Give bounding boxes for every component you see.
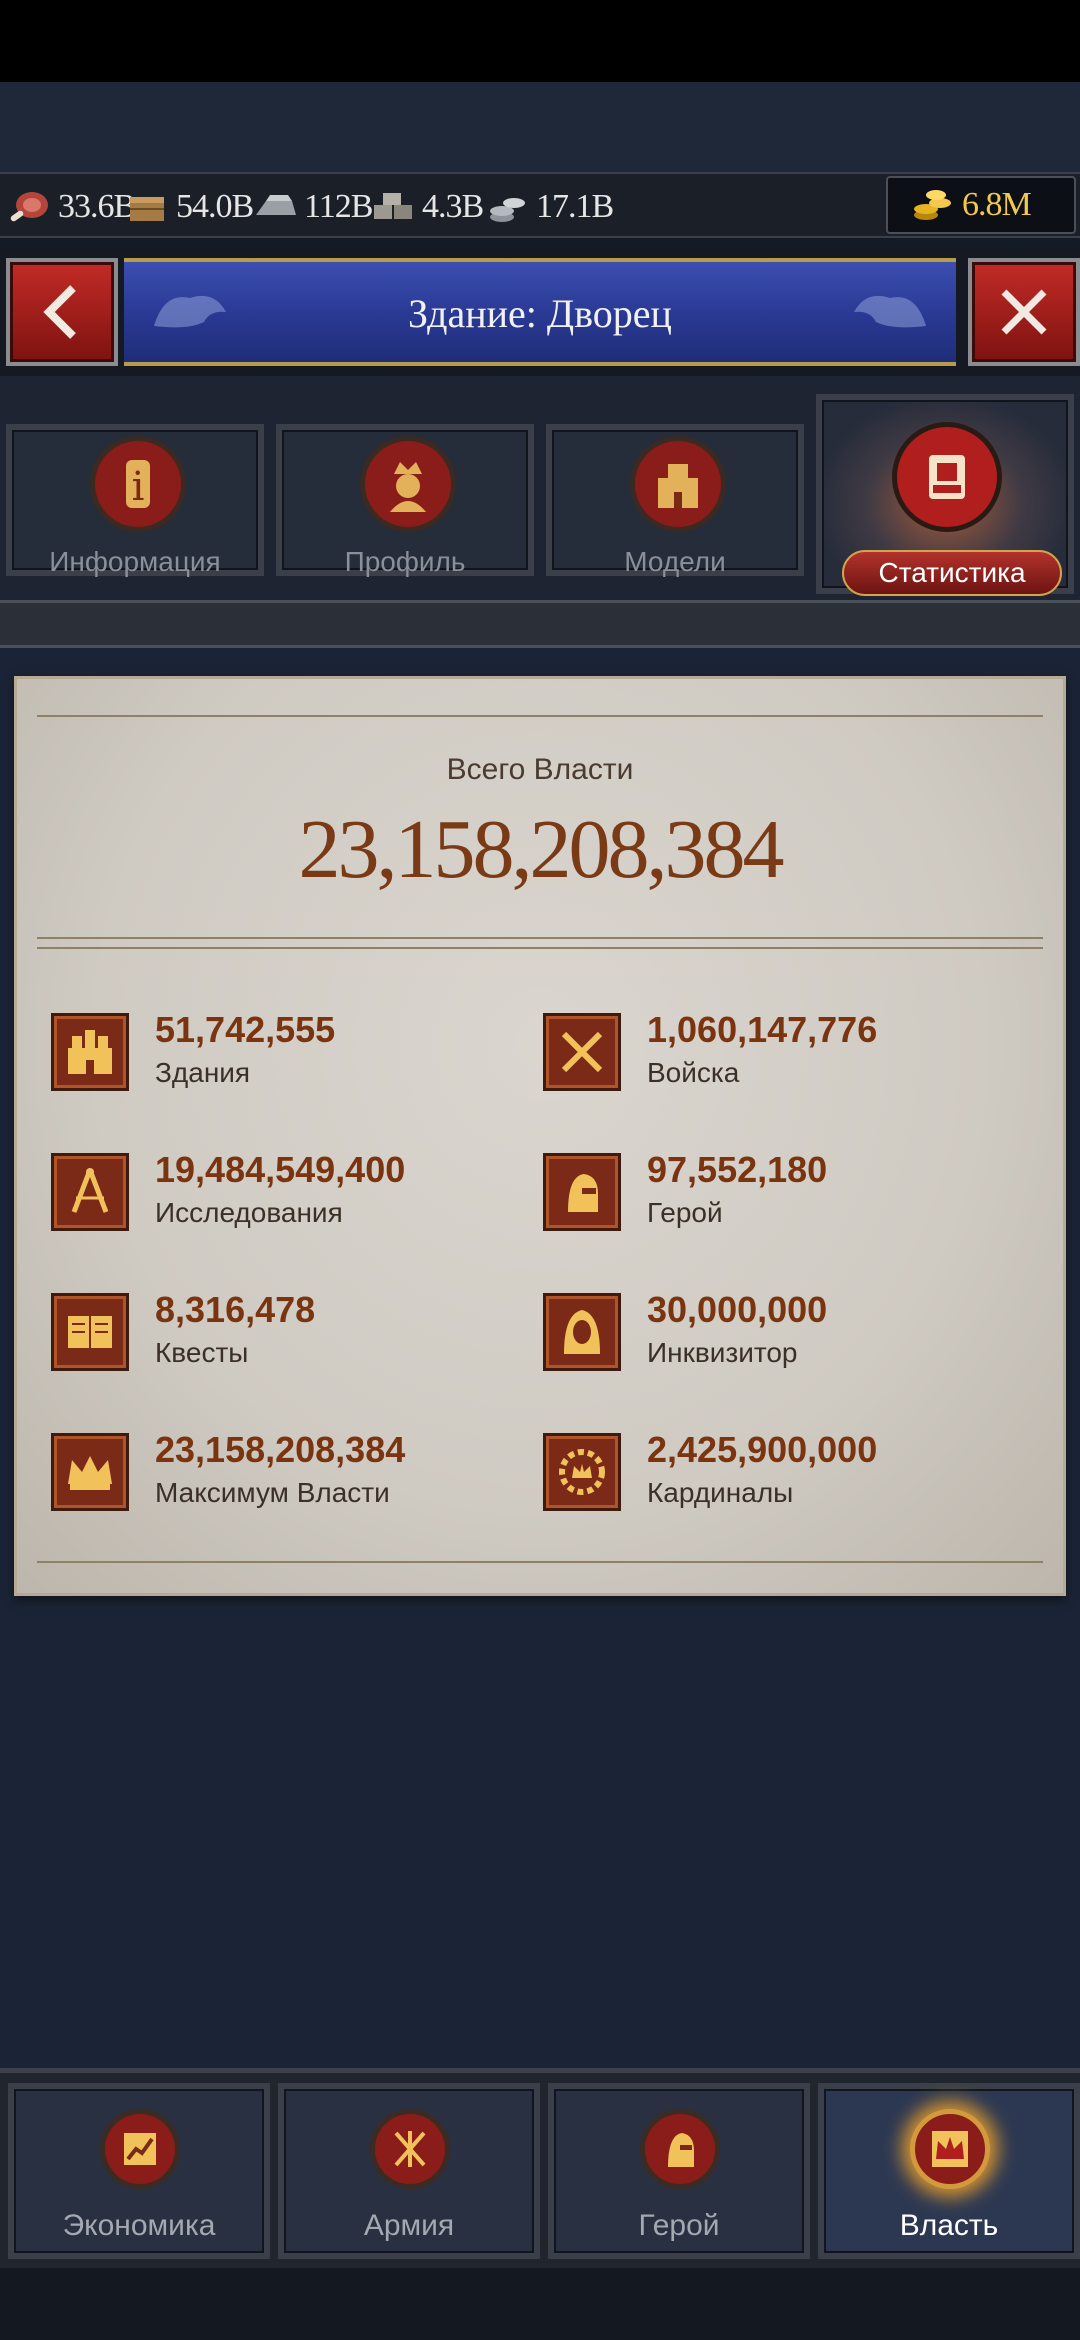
stat-label: Герой xyxy=(647,1197,723,1228)
stat-value: 30,000,000 xyxy=(647,1289,828,1330)
close-button[interactable] xyxy=(968,258,1080,366)
knight-helmet-icon xyxy=(543,1153,621,1231)
stat-label: Войска xyxy=(647,1057,740,1088)
nav-economy-label: Экономика xyxy=(62,2209,216,2242)
resource-wood[interactable]: 54.0B xyxy=(124,174,254,240)
stat-value: 8,316,478 xyxy=(155,1289,316,1330)
tab-models-label: Модели xyxy=(624,546,726,577)
stat-value: 23,158,208,384 xyxy=(155,1429,406,1470)
chevron-left-icon xyxy=(43,285,76,339)
open-book-icon xyxy=(51,1293,129,1371)
ornament-divider xyxy=(37,947,1043,949)
divider-rail xyxy=(0,600,1080,648)
stat-value: 51,742,555 xyxy=(155,1009,336,1050)
resource-iron[interactable]: 112B xyxy=(252,174,373,240)
info-icon: i xyxy=(90,436,186,532)
nav-hero-label: Герой xyxy=(638,2209,720,2242)
crown-icon xyxy=(910,2109,990,2189)
bottom-nav: Экономика Армия Герой Власть xyxy=(0,2068,1080,2268)
crossed-swords-icon xyxy=(543,1013,621,1091)
system-nav-bar xyxy=(0,2268,1080,2340)
knight-helmet-icon xyxy=(640,2109,720,2189)
ornament-divider xyxy=(37,715,1043,717)
stat-label: Исследования xyxy=(155,1197,343,1228)
stat-label: Инквизитор xyxy=(647,1337,798,1368)
tab-profile[interactable]: Профиль xyxy=(276,424,534,577)
stat-label: Здания xyxy=(155,1057,251,1088)
resource-gold: 6.8M xyxy=(910,178,1032,232)
gold-balance[interactable]: 6.8M xyxy=(886,176,1076,234)
king-portrait-icon xyxy=(360,436,456,532)
resource-stone-value: 4.3B xyxy=(422,188,484,225)
close-icon xyxy=(1001,289,1047,335)
nav-power-label: Власть xyxy=(899,2209,999,2242)
gold-coins-icon xyxy=(914,190,951,220)
stat-value: 2,425,900,000 xyxy=(647,1429,878,1470)
resource-silver[interactable]: 17.1B xyxy=(484,174,614,240)
tab-statistics[interactable]: Статистика xyxy=(816,394,1074,596)
ornament-divider xyxy=(37,937,1043,939)
nav-power[interactable]: Власть xyxy=(818,2083,1080,2259)
statistics-panel: Всего Власти 23,158,208,384 51,742,555 З… xyxy=(14,676,1066,1596)
resource-stone[interactable]: 4.3B xyxy=(370,174,484,240)
nav-hero[interactable]: Герой xyxy=(548,2083,810,2259)
crown-icon xyxy=(51,1433,129,1511)
army-spears-icon xyxy=(370,2109,450,2189)
economy-chart-icon xyxy=(100,2109,180,2189)
stone-icon xyxy=(374,193,412,219)
stat-label: Максимум Власти xyxy=(155,1477,390,1508)
title-banner: Здание: Дворец xyxy=(124,258,956,366)
silver-coins-icon xyxy=(490,198,525,222)
stat-value: 19,484,549,400 xyxy=(155,1149,406,1190)
tab-info-label: Информация xyxy=(49,546,221,577)
compass-icon xyxy=(51,1153,129,1231)
lion-emblem-icon xyxy=(854,295,926,328)
header: Здание: Дворец xyxy=(0,248,1080,376)
wood-icon xyxy=(130,197,164,221)
resource-meat[interactable]: 33.6B xyxy=(6,174,136,240)
resource-gold-value: 6.8M xyxy=(962,186,1032,223)
stat-value: 97,552,180 xyxy=(647,1149,828,1190)
total-power-value: 23,158,208,384 xyxy=(298,803,785,896)
ornament-divider xyxy=(37,1561,1043,1563)
page-title: Здание: Дворец xyxy=(408,291,672,336)
tab-bar: i Информация Профиль Модели Статистика xyxy=(0,376,1080,606)
nav-economy[interactable]: Экономика xyxy=(8,2083,270,2259)
total-power-label: Всего Власти xyxy=(446,753,634,786)
nav-army-label: Армия xyxy=(363,2209,455,2242)
nav-army[interactable]: Армия xyxy=(278,2083,540,2259)
resource-silver-value: 17.1B xyxy=(536,188,614,225)
stat-label: Кардиналы xyxy=(647,1477,794,1508)
castle-icon xyxy=(630,436,726,532)
cardinal-emblem-icon xyxy=(543,1433,621,1511)
status-bar xyxy=(0,0,1080,82)
tab-profile-label: Профиль xyxy=(344,546,466,577)
tab-statistics-label: Статистика xyxy=(842,550,1062,596)
iron-ingot-icon xyxy=(256,195,296,215)
throne-icon xyxy=(892,422,1002,532)
tab-info[interactable]: i Информация xyxy=(6,424,264,577)
buildings-icon xyxy=(51,1013,129,1091)
meat-icon xyxy=(10,192,48,222)
hooded-figure-icon xyxy=(543,1293,621,1371)
stat-label: Квесты xyxy=(155,1337,249,1368)
tab-models[interactable]: Модели xyxy=(546,424,804,577)
stat-value: 1,060,147,776 xyxy=(647,1009,878,1050)
resource-wood-value: 54.0B xyxy=(176,188,254,225)
back-button[interactable] xyxy=(6,258,118,366)
top-background xyxy=(0,82,1080,172)
svg-text:i: i xyxy=(132,464,145,510)
resource-iron-value: 112B xyxy=(304,188,373,225)
